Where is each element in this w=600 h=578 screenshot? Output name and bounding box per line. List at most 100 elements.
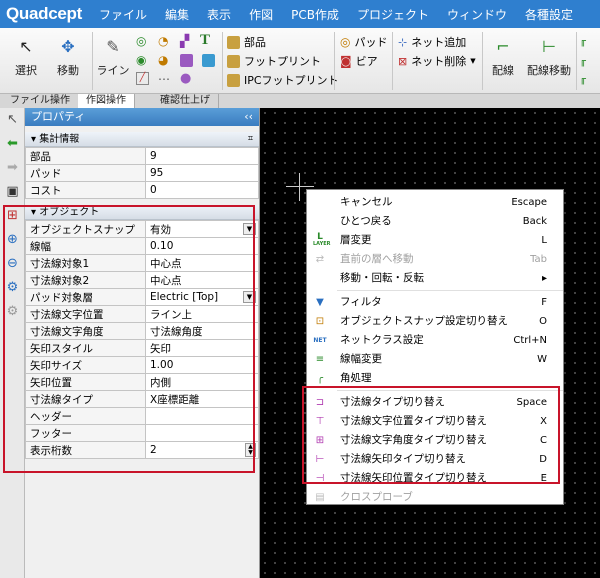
more-tools-icon[interactable]: ╓	[580, 56, 586, 67]
crosshair-cursor	[299, 173, 300, 201]
tab-draw-ops[interactable]: 作図操作	[78, 94, 135, 108]
fit-view-icon[interactable]: ⊞	[0, 204, 25, 228]
line-width-field[interactable]: 0.10	[145, 237, 259, 255]
menu-item-dim-text-position[interactable]: ⊤ 寸法線文字位置タイプ切り替え X	[307, 412, 563, 431]
object-group-header[interactable]: ▾ オブジェクト	[25, 205, 259, 220]
arrow-position-field[interactable]: 内側	[145, 373, 259, 391]
pointer-icon[interactable]: ↖	[0, 108, 25, 132]
dim-target1-field[interactable]: 中心点	[145, 254, 259, 272]
menu-item-cross-probe[interactable]: ▤ クロスプローブ	[307, 488, 563, 507]
tab-check-finish[interactable]: 確認仕上げ	[152, 94, 219, 108]
slash-box-icon[interactable]: ╱	[136, 72, 149, 85]
menu-item-netclass[interactable]: NET ネットクラス設定 Ctrl+N	[307, 331, 563, 350]
menu-edit[interactable]: 編集	[156, 6, 198, 23]
object-snap-select[interactable]: 有効 ▼	[145, 220, 259, 238]
menu-draw[interactable]: 作図	[240, 6, 282, 23]
shortcut-label: E	[540, 473, 547, 484]
menu-settings[interactable]: 各種設定	[516, 6, 582, 23]
zoom-out-icon[interactable]: ⊖	[0, 252, 25, 276]
pad-layer-select[interactable]: Electric [Top] ▼	[145, 288, 259, 306]
arc-open-icon[interactable]: ◔	[158, 34, 168, 48]
shortcut-label: Tab	[530, 254, 547, 265]
more-tools-icon[interactable]: ╓	[580, 74, 586, 85]
snap-icon: ⊡	[315, 316, 325, 327]
back-arrow-icon[interactable]: ⬅	[0, 132, 25, 156]
menu-item-dim-arrow-position[interactable]: ⊣ 寸法線矢印位置タイプ切り替え E	[307, 469, 563, 488]
net-add-icon: ⊹	[398, 35, 408, 49]
part-button[interactable]: 部品	[227, 34, 266, 50]
via-button[interactable]: ◙ ビア	[340, 53, 378, 69]
menu-item-cancel[interactable]: キャンセル Escape	[307, 193, 563, 212]
summary-group-header[interactable]: ▾ 集計情報 ⌗	[25, 132, 259, 147]
dim-text-angle-field[interactable]: 寸法線角度	[145, 322, 259, 340]
wiring-button[interactable]: ⌐ 配線	[486, 36, 520, 78]
collapse-icon[interactable]: ‹‹	[244, 108, 253, 126]
property-key: 矢印スタイル	[25, 339, 146, 357]
property-key: 寸法線対象1	[25, 254, 146, 272]
menu-item-dim-text-angle[interactable]: ⊞ 寸法線文字角度タイプ切り替え C	[307, 431, 563, 450]
ellipse-icon[interactable]: ●	[180, 71, 191, 86]
dim-type-field[interactable]: X座標距離	[145, 390, 259, 408]
wiring-move-button[interactable]: ⊢ 配線移動	[524, 36, 574, 78]
menu-item-label: 寸法線矢印タイプ切り替え	[340, 453, 466, 465]
menu-item-change-layer[interactable]: L LAYER 層変更 L	[307, 231, 563, 250]
menu-view[interactable]: 表示	[198, 6, 240, 23]
line-button[interactable]: ✎ ライン	[96, 36, 130, 78]
footprint-button[interactable]: フットプリント	[227, 53, 321, 69]
ipc-footprint-button[interactable]: IPCフットプリント	[227, 72, 339, 88]
ribbon-divider	[334, 32, 335, 90]
forward-arrow-icon[interactable]: ➡	[0, 156, 25, 180]
table-row: 矢印サイズ 1.00	[25, 356, 259, 374]
arrow-style-field[interactable]: 矢印	[145, 339, 259, 357]
pin-icon[interactable]: ⌗	[248, 132, 253, 147]
stepper-arrows-icon[interactable]: ▲ ▼	[245, 443, 256, 457]
dropdown-arrow-icon[interactable]: ▼	[243, 223, 256, 235]
net-delete-button[interactable]: ⊠ ネット削除 ▼	[398, 53, 476, 69]
zoom-in-icon[interactable]: ⊕	[0, 228, 25, 252]
table-row: 線幅 0.10	[25, 237, 259, 255]
dim-target2-field[interactable]: 中心点	[145, 271, 259, 289]
menu-item-undo-step[interactable]: ひとつ戻る Back	[307, 212, 563, 231]
property-value: Electric [Top]	[150, 291, 219, 303]
select-button[interactable]: ↖ 選択	[8, 36, 44, 78]
menu-item-object-snap[interactable]: ⊡ オブジェクトスナップ設定切り替え O	[307, 312, 563, 331]
polygon-icon[interactable]: ▞	[180, 34, 189, 48]
image-icon[interactable]	[202, 54, 215, 67]
table-row: 寸法線文字位置 ライン上	[25, 305, 259, 323]
property-key: 表示桁数	[25, 441, 146, 459]
menu-file[interactable]: ファイル	[90, 6, 156, 23]
dots-icon[interactable]: ⋯	[158, 72, 170, 86]
tab-file-ops[interactable]: ファイル操作	[2, 94, 79, 108]
arc-3pt-icon[interactable]: ◕	[158, 53, 168, 67]
menu-item-dim-type[interactable]: ⊐ 寸法線タイプ切り替え Space	[307, 393, 563, 412]
menu-pcb[interactable]: PCB作成	[282, 6, 348, 23]
rectangle-icon[interactable]	[180, 54, 193, 67]
context-menu: キャンセル Escape ひとつ戻る Back L LAYER 層変更 L ⇄ 直前の層へ移…	[306, 189, 564, 505]
menu-item-prev-layer[interactable]: ⇄ 直前の層へ移動 Tab	[307, 250, 563, 269]
text-icon[interactable]: T	[200, 32, 210, 49]
footer-field[interactable]	[145, 424, 259, 442]
settings-icon[interactable]: ⚙	[0, 300, 25, 324]
menu-item-corner[interactable]: ╭ 角処理	[307, 369, 563, 388]
dropdown-arrow-icon[interactable]: ▼	[243, 291, 256, 303]
arrow-size-field[interactable]: 1.00	[145, 356, 259, 374]
more-tools-icon[interactable]: ╓	[580, 36, 586, 47]
menu-project[interactable]: プロジェクト	[348, 6, 438, 23]
menu-window[interactable]: ウィンドウ	[438, 6, 516, 23]
net-delete-label: ネット削除	[411, 55, 467, 68]
net-add-button[interactable]: ⊹ ネット追加	[398, 34, 466, 50]
save-icon[interactable]: ▣	[0, 180, 25, 204]
gear-icon[interactable]: ⚙	[0, 276, 25, 300]
dim-text-position-field[interactable]: ライン上	[145, 305, 259, 323]
digits-stepper[interactable]: 2 ▲ ▼	[145, 441, 259, 459]
menu-item-line-width[interactable]: ≡ 線幅変更 W	[307, 350, 563, 369]
menu-item-move-rotate[interactable]: 移動・回転・反転 ▸	[307, 269, 563, 288]
circle-icon[interactable]: ◉	[136, 53, 146, 67]
arc-icon[interactable]: ◎	[136, 34, 146, 48]
menu-item-filter[interactable]: ▼ フィルタ F	[307, 293, 563, 312]
menu-item-label: ネットクラス設定	[340, 334, 424, 346]
menu-item-dim-arrow-type[interactable]: ⊢ 寸法線矢印タイプ切り替え D	[307, 450, 563, 469]
move-button[interactable]: ✥ 移動	[50, 36, 86, 78]
header-field[interactable]	[145, 407, 259, 425]
pad-button[interactable]: ◎ パッド	[340, 34, 387, 50]
